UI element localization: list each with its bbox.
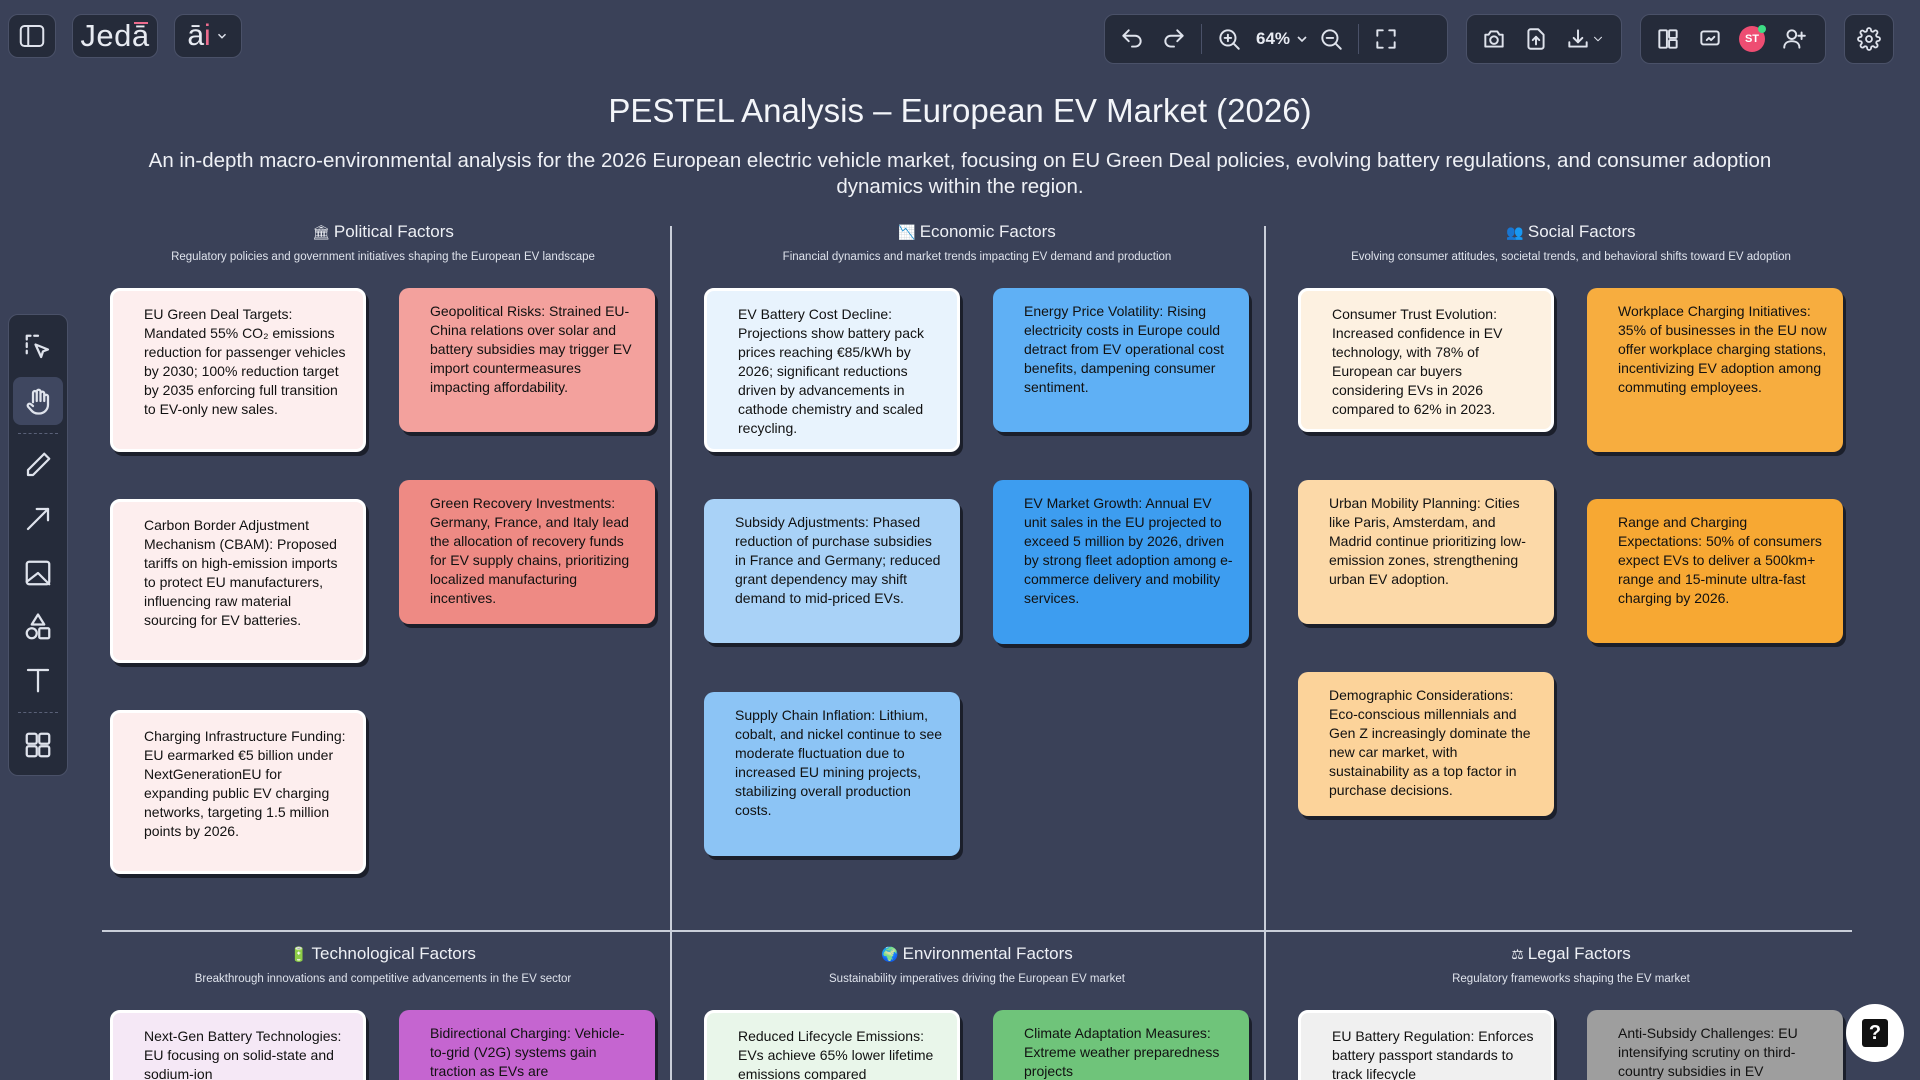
arrow-tool-button[interactable] [13, 495, 63, 543]
zoom-out-icon [1321, 29, 1342, 50]
sticky-note[interactable]: Range and Charging Expectations: 50% of … [1587, 499, 1843, 643]
pencil-icon [26, 453, 51, 477]
templates-tool-button[interactable] [13, 721, 63, 769]
export-toolbar [1466, 14, 1622, 64]
avatar: ST [1739, 25, 1766, 52]
download-icon [1568, 29, 1588, 48]
help-icon: ? [1862, 1019, 1888, 1047]
layout-panels-icon [1658, 29, 1678, 49]
section-political: 🏛 Political Factors Regulatory policies a… [171, 222, 595, 263]
chevron-down-icon [217, 33, 226, 39]
redo-icon [1164, 29, 1184, 48]
history-zoom-toolbar: 64% [1104, 14, 1448, 64]
zoom-level-dropdown[interactable]: 64% [1250, 29, 1310, 49]
sticky-note[interactable]: Charging Infrastructure Funding: EU earm… [110, 710, 366, 874]
arrow-icon [26, 508, 50, 531]
redo-button[interactable] [1153, 18, 1195, 60]
sidebar-toggle-icon [19, 25, 45, 47]
sticky-note[interactable]: Carbon Border Adjustment Mechanism (CBAM… [110, 499, 366, 663]
zoom-in-button[interactable] [1208, 18, 1250, 60]
fit-screen-button[interactable] [1365, 18, 1407, 60]
shapes-tool-button[interactable] [13, 603, 63, 651]
download-button[interactable] [1557, 18, 1613, 60]
sticky-note[interactable]: Urban Mobility Planning: Cities like Par… [1298, 480, 1554, 624]
present-button[interactable] [1689, 18, 1731, 60]
gear-icon [1857, 27, 1881, 51]
left-toolbar [8, 314, 68, 776]
globe-icon: 🌍 [881, 946, 899, 962]
sticky-note[interactable]: Energy Price Volatility: Rising electric… [993, 288, 1249, 432]
sticky-note[interactable]: Consumer Trust Evolution: Increased conf… [1298, 288, 1554, 432]
chevron-down-icon [1297, 36, 1307, 43]
grid-icon [25, 732, 51, 758]
collab-toolbar: ST [1640, 14, 1826, 64]
zoom-in-icon [1219, 29, 1240, 50]
page-title: PESTEL Analysis – European EV Market (20… [608, 92, 1312, 129]
sticky-note[interactable]: Green Recovery Investments: Germany, Fra… [399, 480, 655, 624]
divider [102, 930, 1852, 932]
scales-icon: ⚖ [1511, 946, 1524, 962]
shapes-icon [25, 613, 51, 639]
share-button[interactable] [1515, 18, 1557, 60]
image-tool-button[interactable] [13, 549, 63, 597]
section-economic: 📉 Economic Factors Financial dynamics and… [782, 222, 1172, 263]
app-logo[interactable]: Jed ā [72, 14, 158, 58]
select-tool-button[interactable] [13, 323, 63, 371]
chevron-down-icon [1593, 36, 1603, 42]
sticky-note[interactable]: Next-Gen Battery Technologies: EU focusi… [110, 1010, 366, 1080]
sticky-note[interactable]: Demographic Considerations: Eco-consciou… [1298, 672, 1554, 816]
hand-icon [26, 388, 50, 415]
invite-user-button[interactable] [1773, 18, 1815, 60]
select-icon [25, 334, 50, 358]
undo-button[interactable] [1111, 18, 1153, 60]
help-button[interactable]: ? [1846, 1004, 1904, 1062]
text-tool-button[interactable] [13, 657, 63, 705]
screenshot-button[interactable] [1473, 18, 1515, 60]
sticky-note[interactable]: EU Green Deal Targets: Mandated 55% CO₂ … [110, 288, 366, 452]
zoom-out-button[interactable] [1310, 18, 1352, 60]
add-user-icon [1783, 29, 1806, 49]
sticky-note[interactable]: Reduced Lifecycle Emissions: EVs achieve… [704, 1010, 960, 1080]
sticky-note[interactable]: Bidirectional Charging: Vehicle-to-grid … [399, 1010, 655, 1080]
hand-tool-button[interactable] [13, 376, 63, 425]
camera-icon [1484, 30, 1504, 48]
section-legal: ⚖ Legal Factors Regulatory frameworks sha… [1452, 944, 1690, 985]
section-technological: 🔋 Technological Factors Breakthrough inno… [194, 944, 572, 985]
user-avatar-button[interactable]: ST [1731, 18, 1773, 60]
people-icon: 👥 [1506, 224, 1524, 240]
sticky-note[interactable]: Geopolitical Risks: Strained EU-China re… [399, 288, 655, 432]
pen-tool-button[interactable] [13, 442, 63, 490]
text-icon [26, 669, 50, 693]
sticky-note[interactable]: EU Battery Regulation: Enforces battery … [1298, 1010, 1554, 1080]
sticky-note[interactable]: Workplace Charging Initiatives: 35% of b… [1587, 288, 1843, 452]
layout-button[interactable] [1647, 18, 1689, 60]
undo-icon [1122, 29, 1142, 48]
image-icon [25, 560, 51, 586]
sticky-note[interactable]: Subsidy Adjustments: Phased reduction of… [704, 499, 960, 643]
presentation-icon [1700, 30, 1720, 46]
sticky-note[interactable]: Anti-Subsidy Challenges: EU intensifying… [1587, 1010, 1843, 1080]
sticky-note[interactable]: Supply Chain Inflation: Lithium, cobalt,… [704, 692, 960, 856]
sticky-note[interactable]: EV Battery Cost Decline: Projections sho… [704, 288, 960, 452]
page-subtitle: An in-depth macro-environmental analysis… [148, 149, 1772, 198]
government-icon: 🏛 [312, 224, 330, 240]
battery-icon: 🔋 [290, 946, 308, 962]
sidebar-toggle-button[interactable] [8, 14, 56, 58]
chart-icon: 📉 [898, 224, 916, 240]
section-environmental: 🌍 Environmental Factors Sustainability im… [829, 944, 1125, 985]
ai-menu-button[interactable]: āi [174, 14, 242, 58]
fit-screen-icon [1376, 29, 1396, 49]
sticky-note[interactable]: Climate Adaptation Measures: Extreme wea… [993, 1010, 1249, 1080]
settings-button[interactable] [1844, 14, 1894, 64]
section-social: 👥 Social Factors Evolving consumer attitu… [1351, 222, 1791, 263]
sticky-note[interactable]: EV Market Growth: Annual EV unit sales i… [993, 480, 1249, 644]
upload-file-icon [1527, 28, 1545, 50]
